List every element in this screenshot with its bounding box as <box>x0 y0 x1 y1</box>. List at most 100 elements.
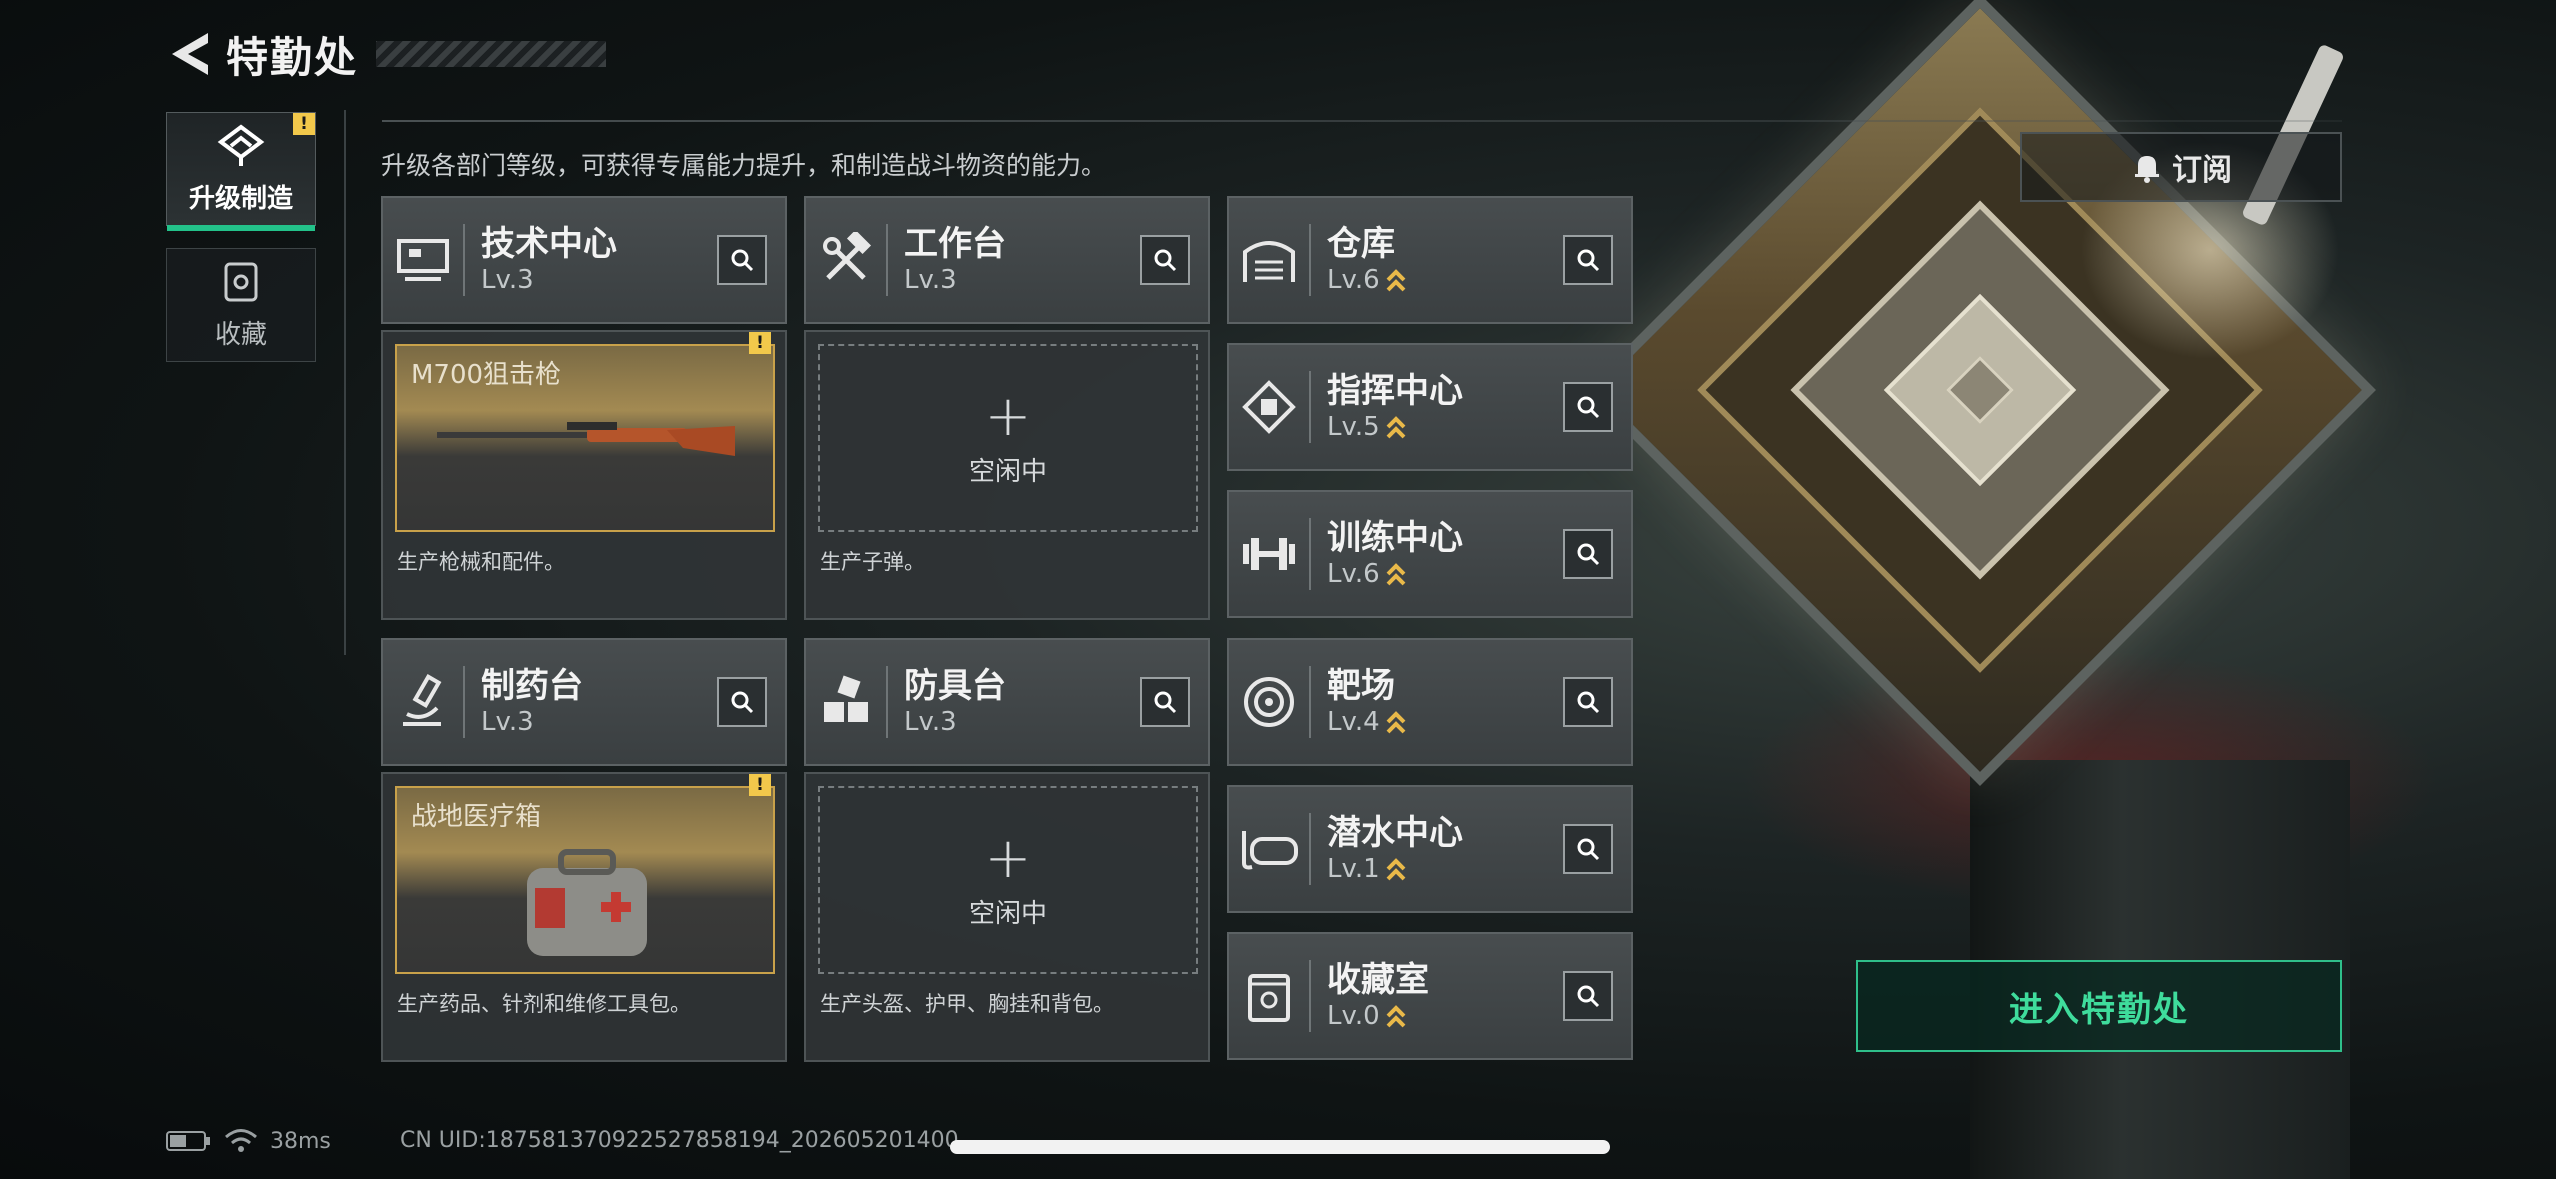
dept-card-pharmacy[interactable]: 制药台 Lv.3 <box>381 638 787 766</box>
dept-level: Lv.6 <box>1327 265 1380 295</box>
magnifier-icon <box>1577 985 1600 1008</box>
back-arrow-icon <box>172 33 208 75</box>
upgrade-chevron-icon <box>1386 711 1406 734</box>
dept-name: 潜水中心 <box>1327 813 1463 853</box>
slot-item-name: 战地医疗箱 <box>411 802 542 832</box>
dept-card-warehouse[interactable]: 仓库 Lv.6 <box>1227 196 1633 324</box>
trophy-case-icon <box>1229 934 1309 1058</box>
magnifier-icon <box>1577 249 1600 272</box>
back-button[interactable] <box>166 31 212 77</box>
upgrade-chevron-icon <box>1386 269 1406 292</box>
production-description: 生产头盔、护甲、胸挂和背包。 <box>820 992 1114 1016</box>
enter-label: 进入特勤处 <box>2009 989 2189 1030</box>
details-button[interactable] <box>1140 235 1190 285</box>
slot-status: 空闲中 <box>968 456 1047 487</box>
dept-name: 训练中心 <box>1327 518 1463 558</box>
title-stripes-decoration <box>376 41 607 67</box>
dept-level: Lv.3 <box>481 707 534 737</box>
active-tab-indicator <box>167 225 315 231</box>
magnifier-icon <box>731 249 754 272</box>
collection-icon <box>224 262 258 301</box>
production-panel-armor-bench: + 空闲中 生产头盔、护甲、胸挂和背包。 <box>804 772 1210 1062</box>
details-button[interactable] <box>1563 235 1613 285</box>
dept-card-training-center[interactable]: 训练中心 Lv.6 <box>1227 490 1633 618</box>
magnifier-icon <box>1577 543 1600 566</box>
page-title: 特勤处 <box>226 32 359 82</box>
dept-level: Lv.3 <box>481 265 534 295</box>
details-button[interactable] <box>1563 824 1613 874</box>
slot-status: 空闲中 <box>968 898 1047 929</box>
enter-special-ops-button[interactable]: 进入特勤处 <box>1856 960 2342 1052</box>
dept-card-collection-room[interactable]: 收藏室 Lv.0 <box>1227 932 1633 1060</box>
production-slot-filled[interactable]: M700狙击枪 <box>395 344 775 532</box>
dept-card-shooting-range[interactable]: 靶场 Lv.4 <box>1227 638 1633 766</box>
warning-badge: ! <box>749 774 771 796</box>
dept-name: 工作台 <box>904 224 1006 264</box>
dept-name: 技术中心 <box>481 224 617 264</box>
dumbbell-icon <box>1229 492 1309 616</box>
page-header: 特勤处 <box>166 26 607 82</box>
add-icon: + <box>984 825 1032 891</box>
production-panel-tech-center: M700狙击枪 ! 生产枪械和配件。 <box>381 330 787 620</box>
cubes-icon <box>806 640 886 764</box>
sidebar-divider <box>344 110 346 655</box>
page-description: 升级各部门等级，可获得专属能力提升，和制造战斗物资的能力。 <box>381 151 1107 180</box>
details-button[interactable] <box>1563 382 1613 432</box>
tab-label: 收藏 <box>214 319 267 350</box>
chip-icon <box>1229 345 1309 469</box>
upgrade-chevron-icon <box>1386 858 1406 881</box>
dept-level: Lv.4 <box>1327 707 1380 737</box>
details-button[interactable] <box>717 677 767 727</box>
magnifier-icon <box>731 691 754 714</box>
subscribe-button[interactable]: 订阅 <box>2020 132 2342 202</box>
magnifier-icon <box>1577 838 1600 861</box>
details-button[interactable] <box>717 235 767 285</box>
dept-level: Lv.3 <box>904 265 957 295</box>
production-panel-pharmacy: 战地医疗箱 ! 生产药品、针剂和维修工具包。 <box>381 772 787 1062</box>
production-slot-empty[interactable]: + 空闲中 <box>818 344 1198 532</box>
dept-level: Lv.3 <box>904 707 957 737</box>
home-indicator[interactable] <box>950 1140 1610 1154</box>
slot-item-name: M700狙击枪 <box>411 360 562 390</box>
production-slot-filled[interactable]: 战地医疗箱 <box>395 786 775 974</box>
dept-card-tech-center[interactable]: 技术中心 Lv.3 <box>381 196 787 324</box>
production-panel-workbench: + 空闲中 生产子弹。 <box>804 330 1210 620</box>
upgrade-chevron-icon <box>1386 563 1406 586</box>
medkit-icon <box>527 849 647 956</box>
production-slot-empty[interactable]: + 空闲中 <box>818 786 1198 974</box>
upgrade-chevron-icon <box>1386 1005 1406 1028</box>
dept-card-workbench[interactable]: 工作台 Lv.3 <box>804 196 1210 324</box>
warning-badge: ! <box>293 113 315 135</box>
tab-collection[interactable]: 收藏 <box>166 248 316 362</box>
tab-label: 升级制造 <box>188 183 293 214</box>
details-button[interactable] <box>1563 677 1613 727</box>
status-bar: 38ms <box>166 1128 331 1154</box>
details-button[interactable] <box>1563 529 1613 579</box>
magnifier-icon <box>1154 249 1177 272</box>
dept-name: 靶场 <box>1327 666 1395 706</box>
microscope-icon <box>383 640 463 764</box>
diving-mask-icon <box>1229 787 1309 911</box>
uid-text: CN UID:187581370922527858194_20260520140… <box>400 1128 959 1153</box>
hammer-wrench-icon <box>806 198 886 322</box>
dept-card-diving-center[interactable]: 潜水中心 Lv.1 <box>1227 785 1633 913</box>
dept-name: 防具台 <box>904 666 1006 706</box>
dept-level: Lv.6 <box>1327 559 1380 589</box>
battery-icon <box>166 1131 210 1151</box>
details-button[interactable] <box>1563 971 1613 1021</box>
sniper-rifle-icon <box>437 422 735 456</box>
header-rule <box>382 120 2342 122</box>
dept-name: 仓库 <box>1327 224 1395 264</box>
dept-name: 制药台 <box>481 666 583 706</box>
warehouse-icon <box>1229 198 1309 322</box>
production-description: 生产子弹。 <box>820 550 925 574</box>
warning-badge: ! <box>749 332 771 354</box>
dept-card-armor-bench[interactable]: 防具台 Lv.3 <box>804 638 1210 766</box>
bell-icon <box>2135 156 2159 183</box>
dept-card-command-center[interactable]: 指挥中心 Lv.5 <box>1227 343 1633 471</box>
dept-level: Lv.5 <box>1327 412 1380 442</box>
details-button[interactable] <box>1140 677 1190 727</box>
target-icon <box>1229 640 1309 764</box>
ping-value: 38ms <box>270 1128 331 1154</box>
tab-upgrade-manufacture[interactable]: 升级制造 ! <box>166 112 316 231</box>
